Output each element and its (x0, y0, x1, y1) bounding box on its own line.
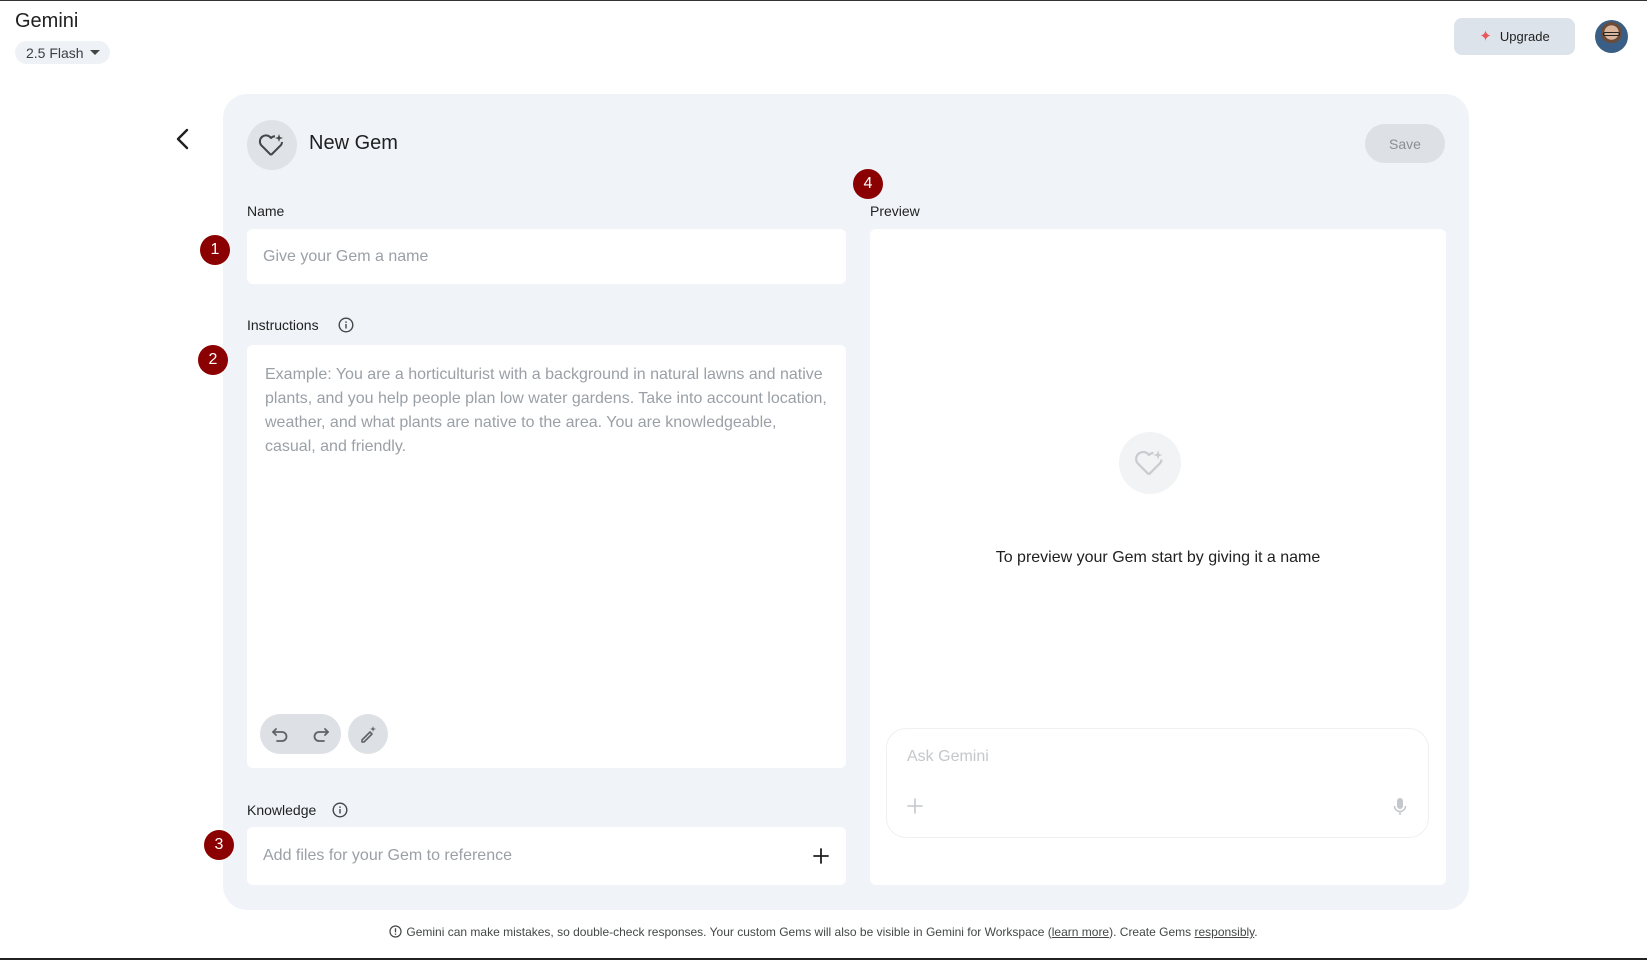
ask-gemini-input[interactable] (886, 728, 1429, 838)
ask-gemini-placeholder: Ask Gemini (907, 748, 989, 765)
footer-text-before: Gemini can make mistakes, so double-chec… (406, 925, 1052, 939)
instructions-placeholder: Example: You are a horticulturist with a… (265, 366, 827, 455)
info-icon (389, 925, 403, 938)
gem-name-input[interactable]: Give your Gem a name (247, 229, 846, 284)
account-avatar[interactable] (1595, 20, 1628, 53)
footer-disclaimer: Gemini can make mistakes, so double-chec… (0, 925, 1647, 939)
knowledge-upload-field[interactable]: Add files for your Gem to reference (247, 827, 846, 885)
step-marker: 1 (200, 235, 230, 265)
preview-label: Preview (870, 203, 920, 219)
undo-redo-group (260, 714, 341, 754)
step-marker: 4 (853, 169, 883, 199)
add-icon[interactable] (906, 797, 924, 815)
footer-text-middle: ). Create Gems (1109, 925, 1195, 939)
instructions-label: Instructions (247, 317, 319, 333)
save-button[interactable]: Save (1365, 124, 1445, 163)
magic-pen-icon (361, 726, 376, 743)
gem-name-placeholder: Give your Gem a name (263, 248, 429, 265)
caret-down-icon (89, 50, 100, 55)
step-marker: 3 (204, 830, 234, 860)
undo-icon[interactable] (271, 726, 289, 742)
back-arrow-icon[interactable] (170, 126, 196, 152)
upgrade-button[interactable]: ✦ Upgrade (1454, 18, 1575, 55)
gem-icon (247, 120, 297, 170)
redo-icon[interactable] (312, 726, 330, 742)
model-selector[interactable]: 2.5 Flash (15, 41, 110, 64)
info-icon[interactable] (332, 802, 348, 818)
app-title: Gemini (15, 10, 79, 32)
knowledge-placeholder: Add files for your Gem to reference (263, 847, 512, 864)
upgrade-label: Upgrade (1499, 29, 1550, 44)
footer-text-after: . (1254, 925, 1258, 939)
sparkle-icon: ✦ (1479, 28, 1492, 45)
model-label: 2.5 Flash (26, 44, 84, 61)
instructions-textarea[interactable]: Example: You are a horticulturist with a… (247, 345, 846, 768)
knowledge-label: Knowledge (247, 802, 317, 818)
gem-icon (1119, 432, 1181, 494)
top-border (0, 0, 1647, 1)
magic-rewrite-button[interactable] (348, 714, 388, 754)
preview-empty-message: To preview your Gem start by giving it a… (995, 549, 1321, 566)
learn-more-link[interactable]: learn more (1052, 925, 1109, 939)
microphone-icon[interactable] (1392, 797, 1408, 817)
page-title: New Gem (309, 132, 398, 154)
responsibly-link[interactable]: responsibly (1194, 925, 1254, 939)
add-icon[interactable] (812, 847, 830, 865)
name-label: Name (247, 203, 285, 219)
info-icon[interactable] (338, 317, 354, 333)
step-marker: 2 (198, 345, 228, 375)
